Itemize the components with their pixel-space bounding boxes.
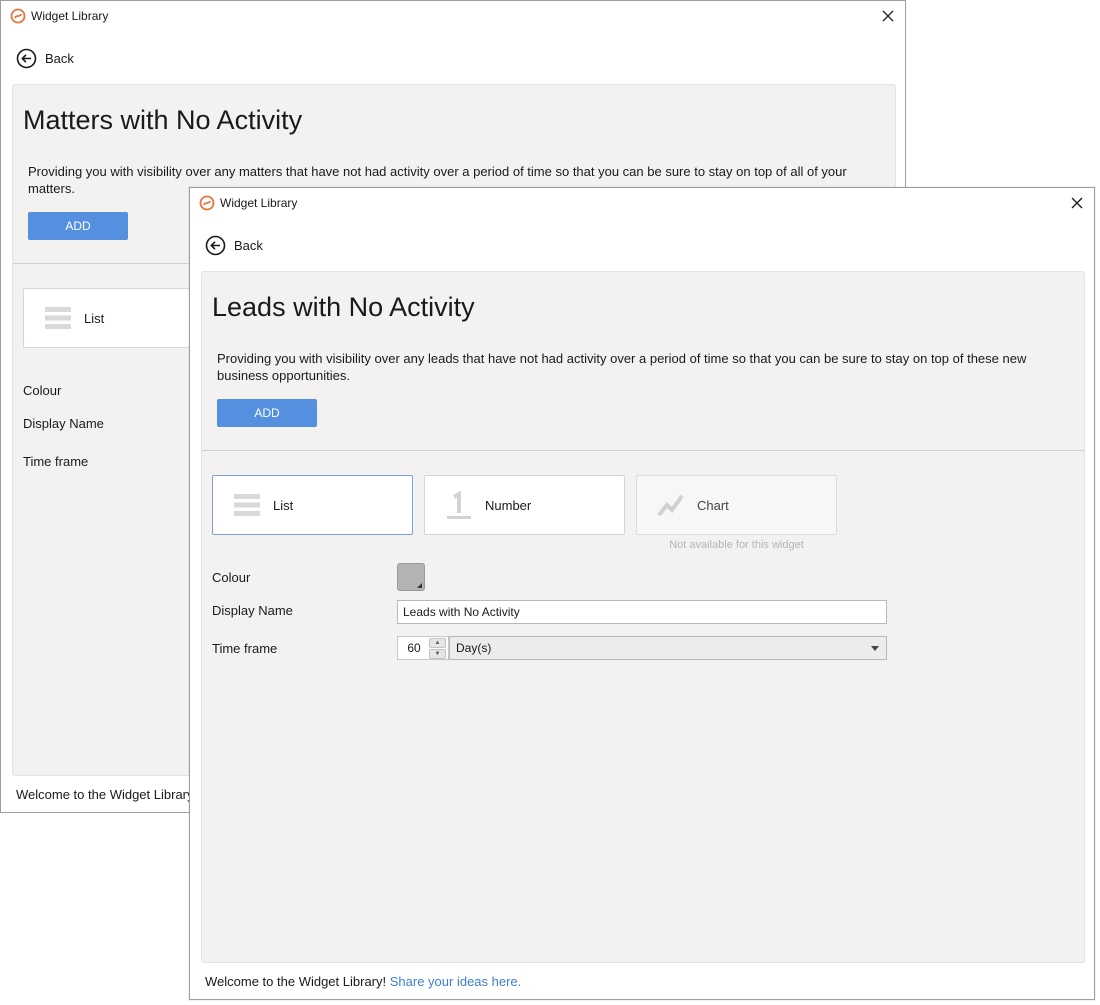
list-icon — [45, 307, 71, 329]
widget-detail-panel: Leads with No Activity Providing you wit… — [201, 271, 1085, 963]
chevron-down-icon — [871, 646, 879, 651]
back-label: Back — [45, 50, 74, 66]
back-label: Back — [234, 237, 263, 253]
back-button[interactable]: Back — [16, 47, 74, 69]
back-arrow-icon — [205, 235, 226, 255]
time-frame-number[interactable]: 60 — [398, 641, 430, 655]
display-name-label: Display Name — [212, 603, 293, 618]
increment-icon[interactable]: ▲ — [429, 638, 446, 648]
share-ideas-link[interactable]: Share your ideas here. — [390, 974, 522, 989]
footer-welcome: Welcome to the Widget Library — [16, 787, 194, 802]
time-frame-stepper[interactable]: 60 ▲ ▼ — [397, 636, 449, 660]
footer-text: Welcome to the Widget Library — [16, 787, 194, 802]
number-icon — [447, 491, 471, 519]
widget-type-chart-card: Chart — [636, 475, 837, 535]
close-icon — [1071, 197, 1083, 209]
window-title: Widget Library — [220, 196, 298, 210]
widget-heading: Leads with No Activity — [212, 292, 475, 322]
add-button[interactable]: ADD — [28, 212, 128, 240]
footer-welcome: Welcome to the Widget Library! Share you… — [205, 974, 521, 989]
display-name-input[interactable]: Leads with No Activity — [397, 600, 887, 624]
card-label: Chart — [697, 497, 729, 513]
time-frame-unit-value: Day(s) — [456, 641, 492, 655]
widget-description: Providing you with visibility over any l… — [217, 351, 1027, 383]
widget-type-list-card[interactable]: List — [212, 475, 413, 535]
widget-type-number-card[interactable]: Number — [424, 475, 625, 535]
card-label: List — [84, 310, 105, 326]
list-icon — [234, 494, 260, 516]
colour-picker[interactable] — [397, 563, 425, 591]
widget-heading: Matters with No Activity — [23, 105, 303, 135]
dropdown-corner-icon — [417, 583, 422, 588]
close-button[interactable] — [1066, 192, 1088, 214]
card-label: List — [273, 497, 294, 513]
colour-label: Colour — [212, 570, 251, 585]
close-icon — [882, 10, 894, 22]
titlebar: Widget Library — [190, 188, 1094, 218]
time-frame-label: Time frame — [23, 454, 89, 469]
time-frame-unit-select[interactable]: Day(s) — [449, 636, 887, 660]
close-button[interactable] — [877, 5, 899, 27]
colour-label: Colour — [23, 383, 62, 398]
divider — [202, 450, 1084, 451]
display-name-label: Display Name — [23, 416, 104, 431]
footer-text: Welcome to the Widget Library! — [205, 974, 387, 989]
app-logo-icon — [10, 8, 26, 24]
titlebar: Widget Library — [1, 1, 905, 31]
card-label: Number — [485, 497, 532, 513]
window-title: Widget Library — [31, 9, 109, 23]
widget-library-window-front: Widget Library Back Leads with No Activi… — [189, 187, 1095, 1000]
chart-unavailable-note: Not available for this widget — [669, 539, 804, 551]
back-button[interactable]: Back — [205, 234, 263, 256]
app-logo-icon — [199, 195, 215, 211]
add-button[interactable]: ADD — [217, 399, 317, 427]
back-arrow-icon — [16, 48, 37, 68]
chart-icon — [657, 494, 684, 517]
decrement-icon[interactable]: ▼ — [429, 649, 446, 659]
time-frame-label: Time frame — [212, 641, 278, 656]
stepper-arrows: ▲ ▼ — [429, 638, 446, 659]
